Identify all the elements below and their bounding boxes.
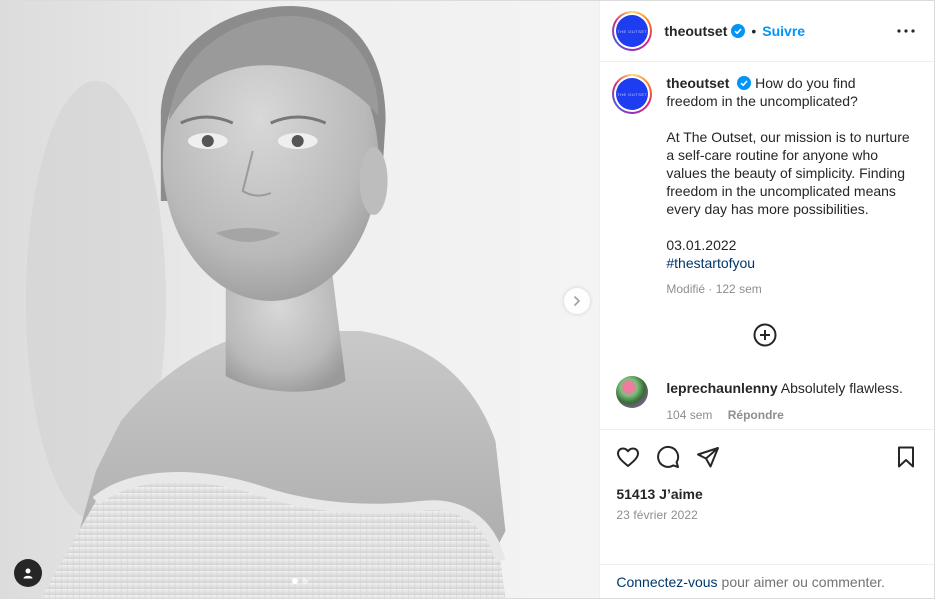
verified-icon [731,24,746,38]
comment-text: Absolutely flawless. [780,380,903,396]
heart-icon [617,447,640,467]
more-options-button[interactable] [894,19,918,43]
share-button[interactable] [696,445,720,469]
verified-icon [737,76,752,90]
post-side-panel: THE OUTSET theoutset • Suivre THE OUTSET… [599,1,934,598]
follow-button[interactable]: Suivre [762,23,805,39]
account-username[interactable]: theoutset [664,23,727,39]
post-actions-section: 51413 J’aime 23 février 2022 [600,429,934,564]
caption-meta: Modifié · 122 sem [666,282,762,296]
save-button[interactable] [894,445,918,469]
post-photo[interactable] [1,1,600,598]
load-more-comments-button[interactable] [753,323,777,347]
next-slide-button[interactable] [564,288,590,314]
login-prompt-text: pour aimer ou commenter. [721,573,885,590]
chevron-right-icon [574,296,581,306]
load-more-comments [612,323,918,347]
add-comment-icon [753,323,777,347]
comment-icon [657,445,680,468]
share-icon [697,447,720,468]
caption-body: At The Outset, our mission is to nurture… [666,129,910,217]
user-tag-icon [23,568,33,579]
login-link[interactable]: Connectez-vous [616,574,717,590]
account-avatar[interactable]: THE OUTSET [612,11,653,51]
slide-dot [292,578,299,584]
avatar-logo-text: THE OUTSET [617,91,648,97]
caption-avatar[interactable]: THE OUTSET [612,74,653,114]
caption-date: 03.01.2022 [666,237,737,253]
tagged-users-button[interactable] [14,559,42,587]
slide-dot [302,578,309,584]
comment-time: 104 sem [666,408,713,422]
caption-username[interactable]: theoutset [666,75,729,91]
likes-count[interactable]: 51413 J’aime [616,486,918,502]
comment-username[interactable]: leprechaunlenny [666,380,777,396]
login-prompt: Connectez-vous pour aimer ou commenter. [600,564,934,598]
bookmark-icon [898,446,914,468]
avatar-logo-text: THE OUTSET [617,28,648,34]
comment-item: leprechaunlenny Absolutely flawless. 104… [612,376,918,424]
caption: THE OUTSET theoutset How do you find fre… [612,74,918,298]
more-icon [897,29,915,33]
reply-button[interactable]: Répondre [728,408,784,422]
slide-indicator [1,578,599,584]
commenter-avatar[interactable] [616,376,649,408]
caption-text: theoutset How do you find freedom in the… [666,74,910,298]
post-header: THE OUTSET theoutset • Suivre [600,1,934,62]
header-separator: • [751,23,757,39]
like-button[interactable] [616,445,640,469]
caption-hashtag[interactable]: #thestartofyou [666,254,910,272]
post-media [1,1,600,598]
comments-section[interactable]: THE OUTSET theoutset How do you find fre… [600,62,934,429]
comment-button[interactable] [656,445,680,469]
post-dialog: THE OUTSET theoutset • Suivre THE OUTSET… [0,0,935,599]
post-date: 23 février 2022 [616,508,698,522]
action-bar [616,430,918,482]
